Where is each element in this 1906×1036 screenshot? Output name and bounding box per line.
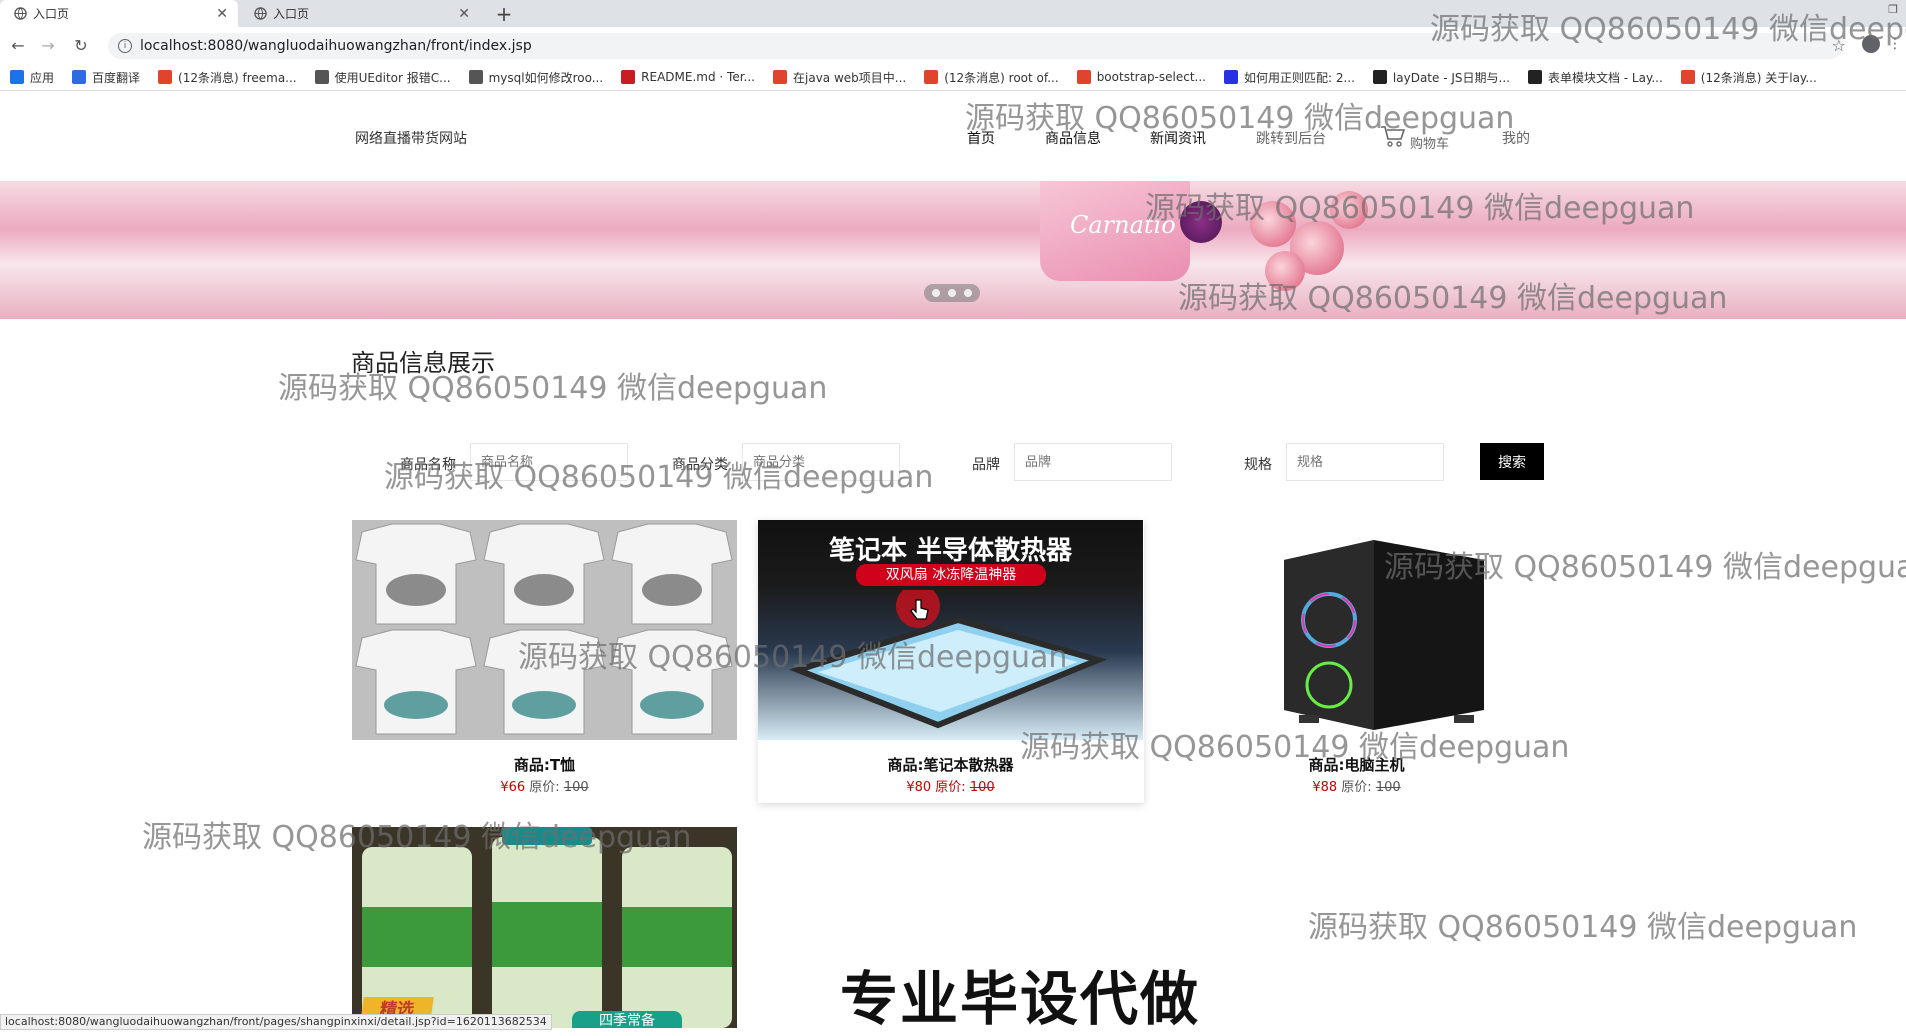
globe-icon [254, 7, 267, 20]
spec-input[interactable] [1286, 443, 1444, 481]
bookmark-label: README.md · Ter... [641, 70, 755, 84]
product-name[interactable]: 商品:T恤 [352, 754, 737, 775]
layui-icon [1527, 70, 1542, 84]
product-price: ¥66 原价: 100 [352, 776, 737, 795]
product-image-cooler[interactable]: 笔记本 半导体散热器 双风扇 冰冻降温神器 [758, 520, 1143, 740]
bookmark-label: 应用 [30, 70, 55, 85]
price-current: ¥80 [906, 780, 932, 795]
search-button[interactable]: 搜索 [1480, 443, 1544, 480]
tea-badge-2: 四季常备 [572, 1011, 682, 1028]
baidu-icon [1223, 70, 1238, 84]
bookmark-label: (12条消息) 关于lay... [1700, 70, 1817, 85]
bookmark-item[interactable]: 百度翻译 [72, 69, 140, 86]
price-original: 100 [969, 780, 995, 795]
bookmark-item[interactable]: 使用UEditor 报错C... [314, 69, 451, 86]
hand-cursor-icon [910, 599, 929, 620]
link-icon [314, 70, 329, 84]
bookmark-item[interactable]: (12条消息) 关于lay... [1680, 69, 1817, 86]
price-orig-label: 原价: [1341, 780, 1372, 795]
tab-title: 入口页 [33, 7, 70, 21]
watermark: 源码获取 QQ86050149 微信deepguan [384, 460, 934, 495]
bookmark-item[interactable]: bootstrap-select... [1076, 70, 1206, 84]
bookmark-label: 表单模块文档 - Lay... [1547, 70, 1663, 85]
site-title[interactable]: 网络直播带货网站 [355, 128, 467, 148]
bookmark-item[interactable]: 应用 [10, 69, 54, 86]
new-tab-button[interactable]: + [490, 0, 518, 27]
carousel-indicator[interactable] [924, 284, 980, 302]
watermark: 源码获取 QQ86050149 微信deepguan [1178, 281, 1728, 316]
product-image-tshirt[interactable] [352, 520, 737, 740]
bookmark-label: (12条消息) freema... [178, 70, 297, 85]
product-price: ¥88 原价: 100 [1164, 776, 1549, 795]
bookmark-label: 如何用正则匹配: 2... [1243, 70, 1355, 85]
layui-icon [1372, 70, 1387, 84]
bookmark-item[interactable]: README.md · Ter... [621, 70, 755, 84]
promo-overlay-text: 专业毕设代做 [840, 965, 1201, 1033]
price-original: 100 [563, 780, 589, 795]
bookmark-icon [1076, 70, 1091, 84]
price-orig-label: 原价: [935, 780, 966, 795]
csdn-icon [924, 70, 939, 84]
reload-icon[interactable]: ↻ [71, 35, 91, 55]
back-icon[interactable]: ← [8, 35, 28, 55]
cooler-image-sub: 双风扇 冰冻降温神器 [856, 564, 1046, 586]
apps-grid-icon [10, 70, 24, 84]
csdn-icon [1680, 70, 1695, 84]
cooler-image-title: 笔记本 半导体散热器 [828, 536, 1073, 566]
bookmark-label: 百度翻译 [92, 70, 141, 85]
csdn-icon [773, 70, 787, 84]
site-info-icon[interactable]: i [118, 39, 132, 53]
baidu-translate-icon [72, 70, 87, 84]
watermark: 源码获取 QQ86050149 微信deepguan [1384, 550, 1906, 585]
watermark: 源码获取 QQ86050149 微信deepguan [965, 101, 1515, 136]
carousel-dot[interactable] [932, 289, 940, 297]
close-tab-icon[interactable]: ✕ [458, 6, 470, 22]
watermark: 源码获取 QQ86050149 微信deepguan [1020, 730, 1570, 765]
bookmark-item[interactable]: (12条消息) root of... [924, 69, 1059, 86]
bookmark-item[interactable]: 如何用正则匹配: 2... [1223, 69, 1355, 86]
bookmark-label: mysql如何修改roo... [488, 70, 604, 85]
browser-tab-1[interactable]: 入口页 ✕ [0, 0, 238, 27]
bookmark-item[interactable]: 在java web项目中... [773, 69, 906, 86]
forward-icon[interactable]: → [38, 35, 58, 55]
bookmark-label: bootstrap-select... [1096, 70, 1206, 84]
browser-tab-2[interactable]: 入口页 ✕ [240, 0, 480, 27]
tab-title: 入口页 [273, 7, 310, 21]
bookmarks-bar: 应用 百度翻译 (12条消息) freema... 使用UEditor 报错C... m… [0, 64, 1906, 91]
bookmark-item[interactable]: (12条消息) freema... [158, 69, 297, 86]
price-current: ¥88 [1312, 780, 1338, 795]
bookmark-label: 使用UEditor 报错C... [334, 70, 451, 85]
bookmark-item[interactable]: layDate - JS日期与... [1372, 69, 1510, 86]
carousel-dot[interactable] [948, 289, 956, 297]
link-icon [468, 70, 483, 84]
bookmark-label: 在java web项目中... [793, 70, 907, 85]
globe-icon [14, 7, 27, 20]
watermark: 源码获取 QQ86050149 微信deepguan [278, 371, 828, 406]
watermark: 源码获取 QQ86050149 微信deepguan [518, 640, 1068, 675]
watermark: 源码获取 QQ86050149 微信deepguan [142, 820, 692, 855]
watermark: 源码获取 QQ86050149 微信deepguan [1145, 191, 1695, 226]
gitee-icon [621, 70, 636, 84]
price-current: ¥66 [500, 780, 526, 795]
carousel-dot[interactable] [964, 289, 972, 297]
product-image-tea[interactable]: 精选 四季常备 [352, 827, 737, 1028]
watermark: 源码获取 QQ86050149 微信deepguan [1308, 910, 1858, 945]
bookmark-label: layDate - JS日期与... [1392, 70, 1510, 85]
tshirt-grid-image [352, 520, 737, 740]
url-text: localhost:8080/wangluodaihuowangzhan/fro… [140, 38, 532, 54]
close-tab-icon[interactable]: ✕ [216, 6, 228, 22]
filter-label-spec: 规格 [1244, 457, 1272, 473]
bookmark-item[interactable]: mysql如何修改roo... [468, 69, 604, 86]
price-orig-label: 原价: [529, 780, 560, 795]
bookmark-item[interactable]: 表单模块文档 - Lay... [1527, 69, 1663, 86]
product-price: ¥80 原价: 100 [758, 776, 1143, 795]
price-original: 100 [1375, 780, 1401, 795]
csdn-icon [158, 70, 173, 84]
brand-input[interactable] [1014, 443, 1172, 481]
watermark: 源码获取 QQ86050149 微信deepguan [1430, 12, 1906, 47]
bookmark-label: (12条消息) root of... [944, 70, 1059, 85]
filter-label-brand: 品牌 [972, 457, 1000, 473]
